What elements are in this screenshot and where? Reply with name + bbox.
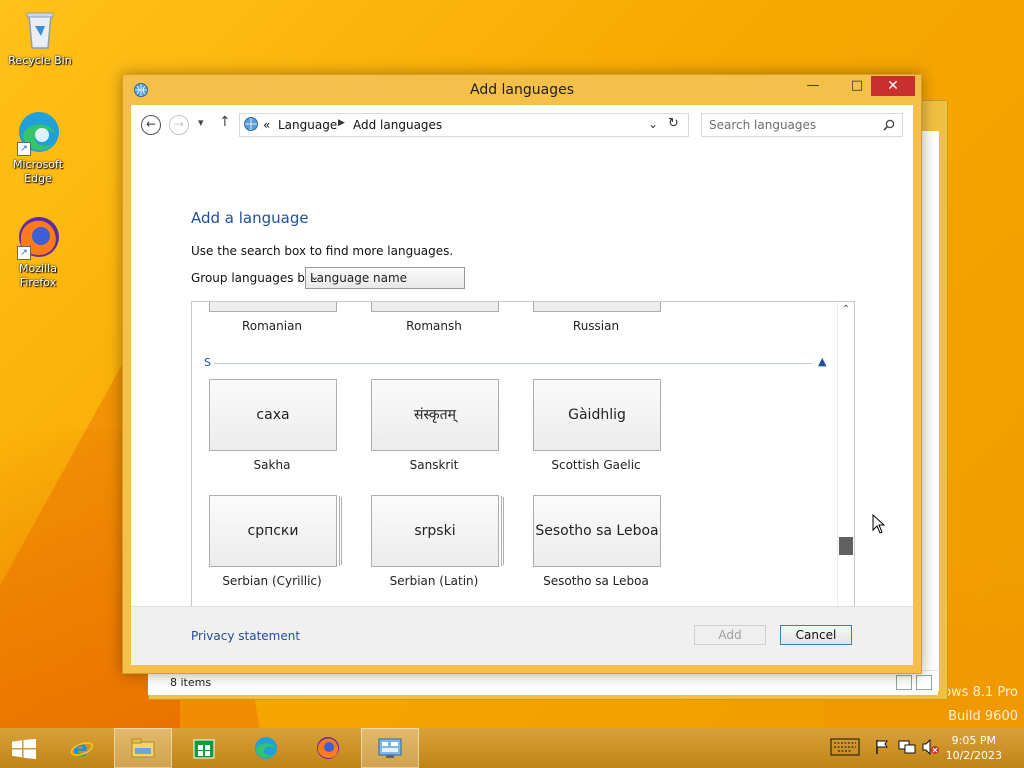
recycle-bin-icon [17, 6, 63, 52]
add-button[interactable]: Add [694, 625, 766, 645]
cancel-button[interactable]: Cancel [780, 625, 852, 645]
language-name: Serbian (Cyrillic) [222, 574, 322, 588]
chevron-down-icon: ⌄ [310, 270, 320, 283]
svg-text:e: e [73, 737, 88, 760]
breadcrumb-separator-icon[interactable]: ▶ [338, 118, 345, 128]
folder-icon [131, 738, 155, 758]
search-box[interactable] [701, 113, 903, 137]
desktop-icon-label: Mozilla [19, 262, 57, 275]
breadcrumb-add-languages[interactable]: Add languages [353, 118, 442, 132]
windows-watermark: ows 8.1 Pro [943, 685, 1018, 700]
language-name: Serbian (Latin) [389, 574, 479, 588]
titlebar[interactable]: Add languages — □ ✕ [123, 75, 921, 105]
taskbar-control-panel[interactable] [361, 728, 419, 768]
recent-locations-chevron-icon[interactable]: ▾ [198, 116, 204, 129]
taskbar-store[interactable] [175, 728, 233, 768]
address-dropdown-chevron-icon[interactable]: ⌄ [648, 117, 658, 131]
network-icon[interactable] [898, 739, 916, 759]
minimize-button[interactable]: — [799, 76, 827, 96]
scrollbar-thumb[interactable] [839, 537, 853, 555]
page-title: Add a language [191, 209, 309, 227]
collapse-section-chevron-icon[interactable]: ▲ [818, 355, 826, 368]
volume-muted-icon[interactable] [922, 738, 940, 759]
language-tile-russian[interactable] [533, 302, 661, 312]
internet-explorer-icon: e [70, 737, 94, 760]
store-icon [193, 739, 215, 759]
shortcut-arrow-icon: ↗ [17, 246, 31, 260]
close-button[interactable]: ✕ [871, 76, 915, 96]
touch-keyboard-icon[interactable] [830, 738, 860, 760]
taskbar-file-explorer[interactable] [114, 728, 172, 768]
language-tile-scottish-gaelic[interactable]: Gàidhlig [533, 379, 661, 451]
taskbar-internet-explorer[interactable]: e [53, 728, 111, 768]
language-name: Romanian [241, 319, 303, 333]
item-count: 8 items [170, 676, 212, 689]
instructions-text: Use the search box to find more language… [191, 244, 454, 258]
language-tile-sakha[interactable]: саха [209, 379, 337, 451]
desktop-icon-recycle-bin[interactable]: Recycle Bin [2, 6, 78, 68]
action-center-flag-icon[interactable] [874, 739, 890, 759]
vertical-scrollbar[interactable]: ⌃ ⌄ [837, 302, 854, 634]
start-button[interactable] [0, 728, 58, 768]
breadcrumb-language[interactable]: Language [278, 118, 337, 132]
system-clock[interactable]: 9:05 PM 10/2/2023 [946, 733, 1002, 763]
taskbar: e 9:05 PM 10/2/2023 [0, 728, 1024, 768]
control-panel-icon [378, 738, 402, 758]
navigation-bar: ← → ▾ ↑ « Language ▶ Add languages ⌄ ↻ [131, 105, 913, 143]
group-by-select[interactable]: Language name ⌄ [305, 267, 465, 289]
add-languages-dialog[interactable]: Add languages — □ ✕ ← → ▾ ↑ « Language ▶… [122, 74, 922, 674]
desktop-icon-label: Recycle Bin [8, 54, 72, 67]
desktop-icon-label: Microsoft [12, 158, 64, 171]
dialog-footer: Privacy statement Add Cancel [131, 606, 913, 665]
address-bar[interactable]: « Language ▶ Add languages ⌄ ↻ [239, 113, 689, 137]
firefox-icon: ↗ [15, 214, 61, 260]
windows-logo-icon [12, 738, 36, 760]
tiles-view-icon[interactable] [916, 675, 932, 690]
edge-icon [255, 737, 277, 759]
desktop-icon-label: Edge [24, 172, 52, 185]
language-name: Sesotho sa Leboa [543, 574, 649, 588]
language-tile-sanskrit[interactable]: संस्कृतम् [371, 379, 499, 451]
group-by-label: Group languages by: [191, 271, 316, 285]
privacy-statement-link[interactable]: Privacy statement [191, 629, 300, 643]
language-list[interactable]: Romanian Romansh Russian S ▲ саха संस्कृ… [191, 301, 855, 635]
desktop-icon-firefox[interactable]: ↗ Mozilla Firefox [0, 214, 76, 290]
edge-icon: ↗ [15, 110, 61, 156]
language-name: Sanskrit [409, 458, 459, 472]
shortcut-arrow-icon: ↗ [17, 142, 31, 156]
dialog-client: ← → ▾ ↑ « Language ▶ Add languages ⌄ ↻ S… [131, 105, 913, 665]
search-icon[interactable] [883, 119, 895, 131]
forward-button[interactable]: → [169, 115, 189, 135]
back-button[interactable]: ← [141, 115, 161, 135]
section-divider [214, 363, 812, 364]
control-panel-icon [243, 116, 259, 135]
language-name: Sakha [253, 458, 291, 472]
taskbar-edge[interactable] [237, 728, 295, 768]
clock-time: 9:05 PM [951, 734, 996, 747]
language-tile-serbian-cyrillic[interactable]: српски [209, 495, 337, 567]
windows-watermark: Build 9600 [948, 709, 1018, 724]
taskbar-firefox[interactable] [299, 728, 357, 768]
language-tile-sesotho-sa-leboa[interactable]: Sesotho sa Leboa [533, 495, 661, 567]
scroll-up-arrow-icon[interactable]: ⌃ [838, 304, 854, 315]
mouse-cursor-icon [872, 514, 886, 534]
language-name: Russian [572, 319, 620, 333]
details-view-icon[interactable] [896, 675, 912, 690]
breadcrumb-overflow[interactable]: « [263, 118, 270, 132]
refresh-icon[interactable]: ↻ [668, 116, 679, 131]
section-header-letter: S [204, 356, 211, 369]
maximize-button[interactable]: □ [843, 76, 871, 96]
language-name: Scottish Gaelic [551, 458, 641, 472]
language-name: Romansh [406, 319, 462, 333]
clock-date: 10/2/2023 [945, 749, 1002, 762]
up-arrow-button[interactable]: ↑ [219, 114, 231, 130]
language-tile-romansh[interactable] [371, 302, 499, 312]
desktop-icon-edge[interactable]: ↗ Microsoft Edge [0, 110, 76, 186]
search-input[interactable] [707, 116, 881, 134]
desktop-icon-label: Firefox [19, 276, 57, 289]
language-tile-romanian[interactable] [209, 302, 337, 312]
language-tile-serbian-latin[interactable]: srpski [371, 495, 499, 567]
firefox-icon [317, 737, 339, 759]
